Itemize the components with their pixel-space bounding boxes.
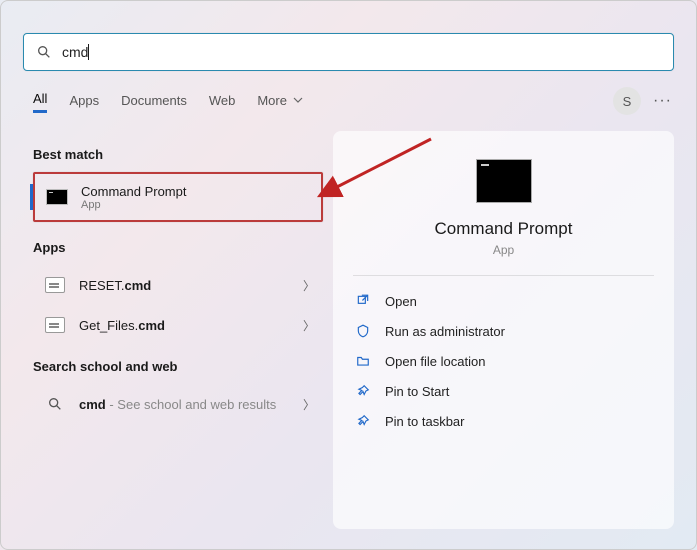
chevron-right-icon: 〉 <box>303 317 315 334</box>
shield-icon <box>355 323 371 339</box>
results-column: Best match Command Prompt App Apps RESET… <box>33 141 323 424</box>
app-thumbnail <box>476 159 532 203</box>
tab-more-label: More <box>257 93 287 108</box>
pin-icon <box>355 383 371 399</box>
avatar-initial: S <box>623 94 632 109</box>
section-best-match: Best match <box>33 147 323 162</box>
details-title: Command Prompt <box>353 219 654 239</box>
details-subtitle: App <box>353 243 654 257</box>
tab-documents[interactable]: Documents <box>121 89 187 112</box>
user-avatar[interactable]: S <box>613 87 641 115</box>
action-open[interactable]: Open <box>353 286 654 316</box>
action-open-location[interactable]: Open file location <box>353 346 654 376</box>
tab-web[interactable]: Web <box>209 89 236 112</box>
header-right: S ··· <box>613 87 672 115</box>
folder-icon <box>355 353 371 369</box>
result-title: cmd - See school and web results <box>79 397 276 412</box>
chevron-right-icon: 〉 <box>303 277 315 294</box>
result-title: RESET.cmd <box>79 278 151 293</box>
action-run-admin[interactable]: Run as administrator <box>353 316 654 346</box>
result-subtitle: App <box>81 199 186 211</box>
section-apps: Apps <box>33 240 323 255</box>
tab-more[interactable]: More <box>257 89 302 112</box>
chevron-right-icon: 〉 <box>303 396 315 413</box>
result-title: Command Prompt <box>81 184 186 199</box>
result-command-prompt[interactable]: Command Prompt App <box>33 172 323 222</box>
action-label: Pin to Start <box>385 384 449 399</box>
result-reset-cmd[interactable]: RESET.cmd 〉 <box>33 265 323 305</box>
action-label: Open file location <box>385 354 485 369</box>
action-pin-start[interactable]: Pin to Start <box>353 376 654 406</box>
batch-file-icon <box>43 273 67 297</box>
filter-tabs: All Apps Documents Web More <box>33 87 674 113</box>
details-panel: Command Prompt App Open Run as administr… <box>333 131 674 529</box>
action-label: Pin to taskbar <box>385 414 465 429</box>
action-pin-taskbar[interactable]: Pin to taskbar <box>353 406 654 436</box>
section-search-web: Search school and web <box>33 359 323 374</box>
terminal-icon <box>45 185 69 209</box>
tab-all[interactable]: All <box>33 87 47 113</box>
tab-apps[interactable]: Apps <box>69 89 99 112</box>
more-options-button[interactable]: ··· <box>653 92 672 110</box>
result-web-search[interactable]: cmd - See school and web results 〉 <box>33 384 323 424</box>
batch-file-icon <box>43 313 67 337</box>
selection-accent <box>30 184 33 210</box>
search-icon <box>43 392 67 416</box>
action-label: Run as administrator <box>385 324 505 339</box>
result-title: Get_Files.cmd <box>79 318 165 333</box>
action-label: Open <box>385 294 417 309</box>
chevron-down-icon <box>293 95 303 105</box>
divider <box>353 275 654 276</box>
open-icon <box>355 293 371 309</box>
pin-icon <box>355 413 371 429</box>
search-box[interactable]: cmd <box>23 33 674 71</box>
result-get-files-cmd[interactable]: Get_Files.cmd 〉 <box>33 305 323 345</box>
